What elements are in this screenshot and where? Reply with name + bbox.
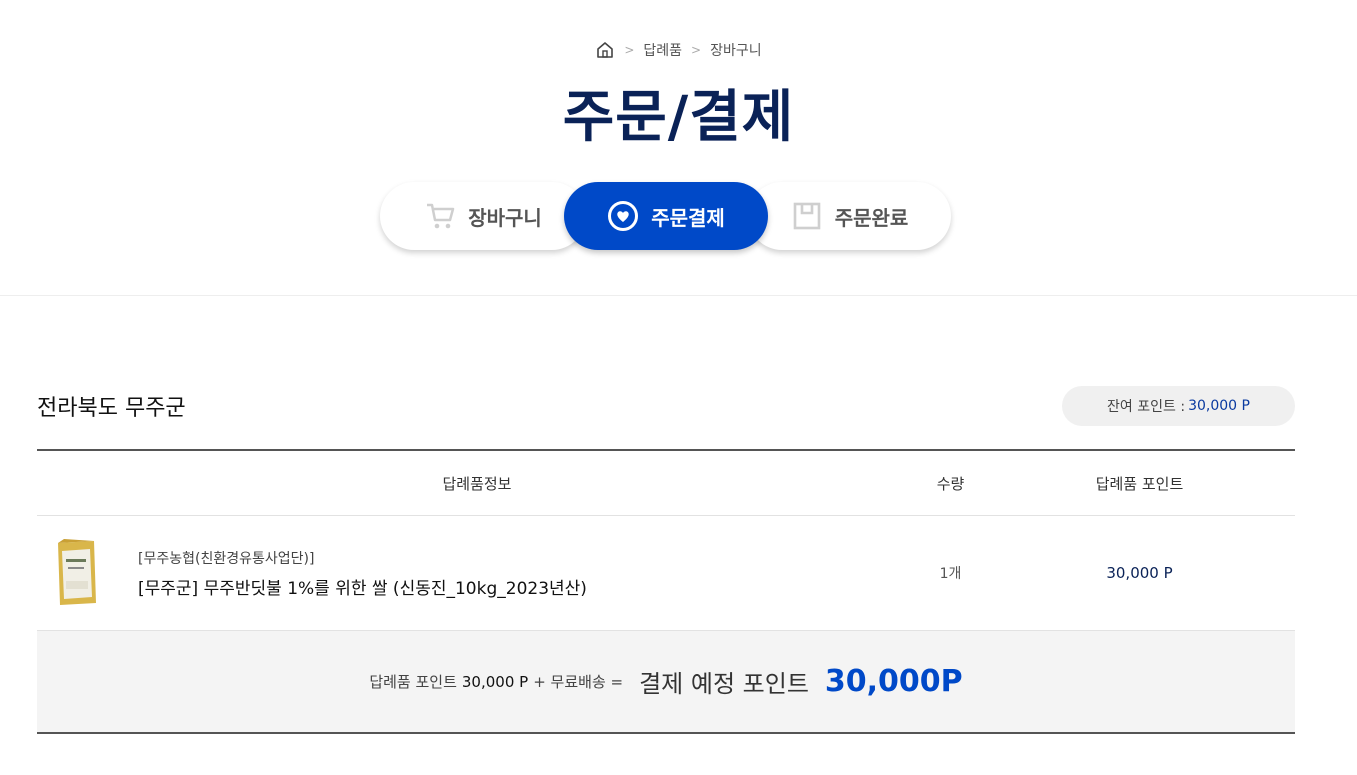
chevron-right-icon: > [624,43,635,57]
product-name[interactable]: [무주군] 무주반딧불 1%를 위한 쌀 (신동진_10kg_2023년산) [138,574,917,599]
summary-total-value: 30,000P [824,664,963,699]
header-point: 답례품 포인트 [1095,474,1184,493]
product-vendor: [무주농협(친환경유통사업단)] [138,550,315,567]
box-icon [791,200,823,232]
step-payment-label: 주문결제 [651,205,725,230]
remaining-points-label: 잔여 포인트 : [1107,399,1186,415]
product-thumbnail[interactable] [54,537,98,609]
summary-total-label: 결제 예정 포인트 [639,670,809,698]
header-divider [0,295,1357,296]
page-title: 주문/결제 [562,85,795,150]
summary-point-value: 30,000 P [461,672,529,691]
step-cart-label: 장바구니 [468,205,542,230]
heart-circle-icon [607,200,639,232]
product-info: [무주농협(친환경유통사업단)] [무주군] 무주반딧불 1%를 위한 쌀 (신… [138,548,917,599]
cart-icon [424,200,456,232]
product-point: 30,000 P [1106,564,1173,582]
table-row: [무주농협(친환경유통사업단)] [무주군] 무주반딧불 1%를 위한 쌀 (신… [37,516,1295,631]
order-steps: 장바구니 주문완료 주문결제 [380,182,951,250]
breadcrumb: > 답례품 > 장바구니 [0,40,1357,60]
region-title: 전라북도 무주군 [37,396,186,421]
summary-shipping: + 무료배송 = [533,673,624,691]
header-product-info: 답례품정보 [442,474,512,493]
step-cart: 장바구니 [380,182,586,250]
step-payment: 주문결제 [564,182,768,250]
summary-point-label: 답례품 포인트 [369,673,457,691]
payment-summary: 답례품 포인트 30,000 P + 무료배송 = 결제 예정 포인트 30,0… [37,631,1295,734]
step-complete: 주문완료 [748,182,951,250]
remaining-points-badge: 잔여 포인트 : 30,000 P [1062,386,1295,426]
remaining-points-value: 30,000 P [1188,398,1250,414]
table-header: 답례품정보 수량 답례품 포인트 [37,451,1295,516]
header-quantity: 수량 [936,474,965,493]
home-icon[interactable] [595,40,615,60]
order-table: 답례품정보 수량 답례품 포인트 [무주농협(친환경유통사업단)] [무주군] … [37,449,1295,734]
step-complete-label: 주문완료 [834,205,909,230]
chevron-right-icon: > [691,43,702,57]
breadcrumb-item-gifts[interactable]: 답례품 [643,40,682,60]
breadcrumb-item-cart[interactable]: 장바구니 [710,40,762,60]
product-quantity: 1개 [939,566,962,582]
